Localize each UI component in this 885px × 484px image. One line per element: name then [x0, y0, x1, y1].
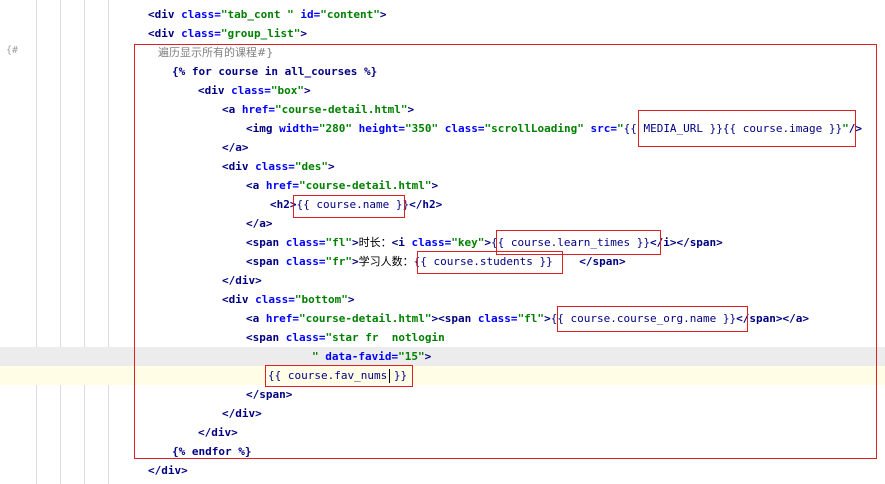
code-token: >: [300, 27, 307, 40]
code-token: "group_list": [220, 27, 301, 40]
code-token: "tab_cont ": [220, 8, 301, 21]
code-line[interactable]: <div class="tab_cont " id="content">: [0, 5, 885, 24]
code-token: <div: [148, 8, 182, 21]
code-token: </div>: [148, 464, 188, 477]
code-token: "content": [320, 8, 380, 21]
code-token: class=: [181, 27, 221, 40]
gutter-comment-marker: {#: [6, 45, 19, 56]
fav-nums-highlight-box: [265, 365, 413, 387]
code-token: id=: [300, 8, 321, 21]
code-line[interactable]: </div>: [0, 461, 885, 480]
course-org-highlight-box: [557, 306, 748, 332]
code-token: class=: [181, 8, 221, 21]
image-src-highlight-box: [638, 110, 856, 147]
code-token: <div: [148, 27, 182, 40]
code-line[interactable]: <div class="group_list">: [0, 24, 885, 43]
course-name-highlight-box: [293, 195, 405, 218]
text-cursor: [389, 369, 390, 383]
students-highlight-box: [417, 251, 563, 274]
code-token: >: [379, 8, 387, 21]
